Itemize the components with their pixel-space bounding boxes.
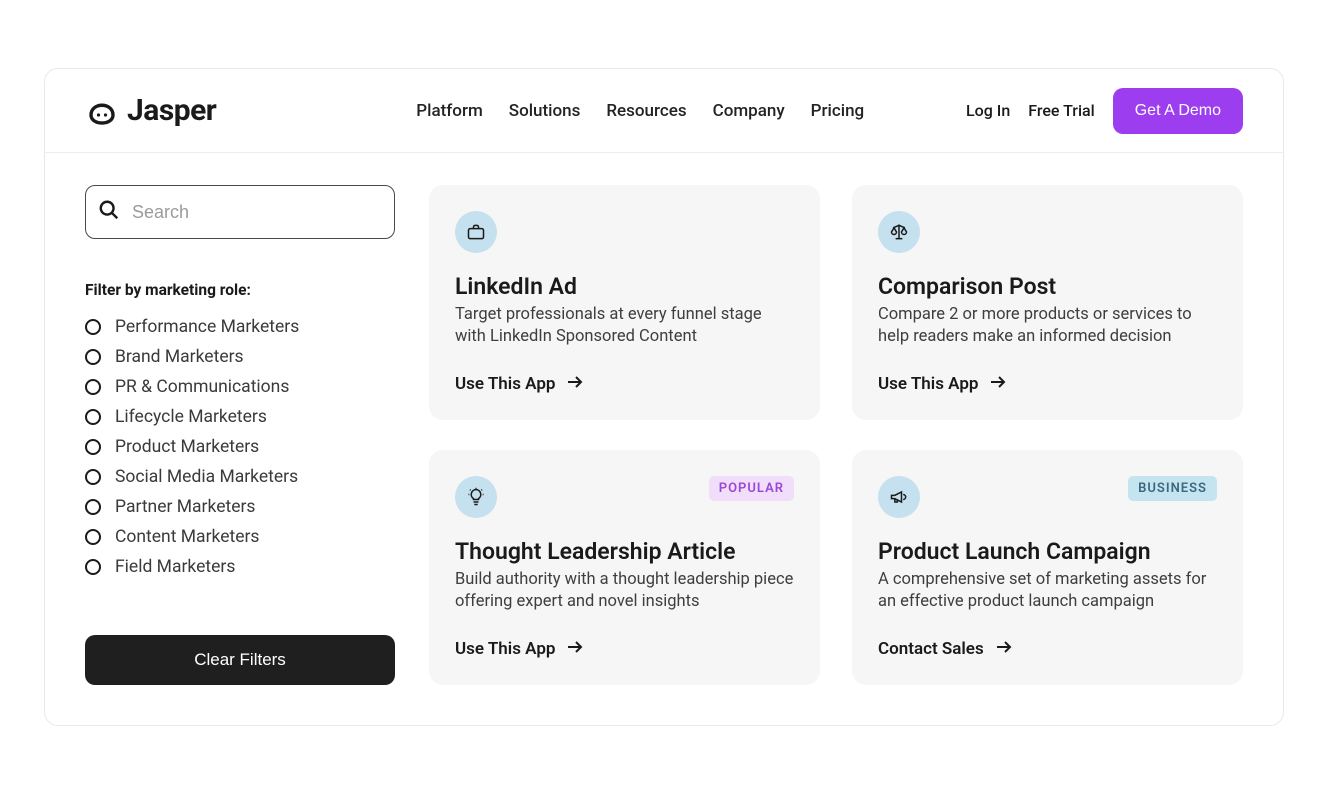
card-cta-label: Contact Sales (878, 639, 984, 659)
arrow-right-icon (990, 374, 1006, 394)
filter-option-label: Lifecycle Marketers (115, 407, 267, 427)
filter-option[interactable]: Product Marketers (85, 437, 395, 457)
filter-option[interactable]: Social Media Marketers (85, 467, 395, 487)
filter-option[interactable]: Brand Marketers (85, 347, 395, 367)
card-cta[interactable]: Use This App (455, 360, 794, 394)
radio-icon (85, 319, 101, 335)
card-description: Target professionals at every funnel sta… (455, 304, 794, 349)
radio-icon (85, 349, 101, 365)
arrow-right-icon (996, 639, 1012, 659)
card-title: Product Launch Campaign (878, 538, 1217, 565)
filter-option[interactable]: Lifecycle Marketers (85, 407, 395, 427)
clear-filters-button[interactable]: Clear Filters (85, 635, 395, 685)
card-linkedin-ad: LinkedIn Ad Target professionals at ever… (429, 185, 820, 420)
card-grid: LinkedIn Ad Target professionals at ever… (429, 185, 1243, 685)
nav-pricing[interactable]: Pricing (811, 101, 865, 121)
filter-option[interactable]: Field Marketers (85, 557, 395, 577)
filter-title: Filter by marketing role: (85, 281, 395, 299)
card-title: Thought Leadership Article (455, 538, 794, 565)
filter-option[interactable]: Content Marketers (85, 527, 395, 547)
filter-list: Performance Marketers Brand Marketers PR… (85, 317, 395, 577)
search-box[interactable] (85, 185, 395, 239)
search-input[interactable] (132, 202, 382, 223)
filter-option-label: Product Marketers (115, 437, 259, 457)
radio-icon (85, 439, 101, 455)
radio-icon (85, 409, 101, 425)
logo-text: Jasper (127, 93, 216, 128)
radio-icon (85, 469, 101, 485)
filter-option-label: Social Media Marketers (115, 467, 298, 487)
card-cta[interactable]: Contact Sales (878, 625, 1217, 659)
filter-option-label: Field Marketers (115, 557, 235, 577)
filter-option-label: Content Marketers (115, 527, 259, 547)
nav-resources[interactable]: Resources (606, 101, 686, 121)
search-icon (98, 199, 120, 225)
filter-option[interactable]: PR & Communications (85, 377, 395, 397)
filter-option[interactable]: Partner Marketers (85, 497, 395, 517)
arrow-right-icon (567, 374, 583, 394)
get-demo-button[interactable]: Get A Demo (1113, 88, 1243, 134)
filter-option[interactable]: Performance Marketers (85, 317, 395, 337)
radio-icon (85, 559, 101, 575)
card-cta-label: Use This App (878, 374, 978, 394)
filter-option-label: Performance Marketers (115, 317, 299, 337)
card-cta-label: Use This App (455, 639, 555, 659)
popular-badge: POPULAR (709, 476, 794, 501)
logo-icon (85, 96, 119, 126)
megaphone-icon (878, 476, 920, 518)
body: Filter by marketing role: Performance Ma… (45, 153, 1283, 725)
nav-platform[interactable]: Platform (416, 101, 482, 121)
lightbulb-icon (455, 476, 497, 518)
card-description: Build authority with a thought leadershi… (455, 569, 794, 614)
nav-solutions[interactable]: Solutions (509, 101, 581, 121)
nav-company[interactable]: Company (713, 101, 785, 121)
card-product-launch: BUSINESS Product Launch Campaign A compr… (852, 450, 1243, 685)
card-title: Comparison Post (878, 273, 1217, 300)
scales-icon (878, 211, 920, 253)
header: Jasper Platform Solutions Resources Comp… (45, 69, 1283, 153)
card-cta-label: Use This App (455, 374, 555, 394)
card-thought-leadership: POPULAR Thought Leadership Article Build… (429, 450, 820, 685)
radio-icon (85, 379, 101, 395)
app-container: Jasper Platform Solutions Resources Comp… (44, 68, 1284, 726)
logo[interactable]: Jasper (85, 93, 216, 128)
card-description: A comprehensive set of marketing assets … (878, 569, 1217, 614)
card-description: Compare 2 or more products or services t… (878, 304, 1217, 349)
card-cta[interactable]: Use This App (455, 625, 794, 659)
main-nav: Platform Solutions Resources Company Pri… (416, 101, 864, 121)
free-trial-link[interactable]: Free Trial (1028, 101, 1095, 120)
filter-option-label: Partner Marketers (115, 497, 255, 517)
filter-option-label: Brand Marketers (115, 347, 244, 367)
arrow-right-icon (567, 639, 583, 659)
radio-icon (85, 529, 101, 545)
sidebar: Filter by marketing role: Performance Ma… (85, 185, 395, 685)
radio-icon (85, 499, 101, 515)
card-title: LinkedIn Ad (455, 273, 794, 300)
login-link[interactable]: Log In (966, 101, 1010, 120)
header-actions: Log In Free Trial Get A Demo (966, 88, 1243, 134)
business-badge: BUSINESS (1128, 476, 1217, 501)
card-cta[interactable]: Use This App (878, 360, 1217, 394)
card-comparison-post: Comparison Post Compare 2 or more produc… (852, 185, 1243, 420)
briefcase-icon (455, 211, 497, 253)
filter-option-label: PR & Communications (115, 377, 289, 397)
